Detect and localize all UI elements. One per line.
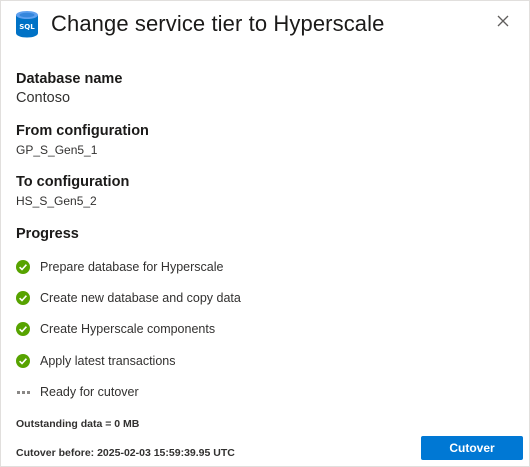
database-name-value: Contoso [16, 90, 71, 106]
sql-icon-text: SQL [19, 23, 35, 31]
progress-step: Ready for cutover [16, 382, 139, 402]
to-configuration-value: HS_S_Gen5_2 [16, 194, 97, 208]
progress-dots-icon [16, 385, 30, 399]
check-circle-icon [16, 354, 30, 368]
progress-step: Prepare database for Hyperscale [16, 257, 223, 277]
progress-step-label: Create new database and copy data [40, 291, 241, 305]
from-configuration-value: GP_S_Gen5_1 [16, 143, 98, 157]
progress-step-label: Prepare database for Hyperscale [40, 260, 224, 274]
progress-step-label: Create Hyperscale components [40, 322, 216, 336]
check-circle-icon [16, 322, 30, 336]
check-circle-icon [16, 260, 30, 274]
sql-database-icon: SQL [15, 10, 39, 38]
to-configuration-label: To configuration [16, 174, 130, 190]
progress-step-label: Ready for cutover [40, 385, 139, 399]
cutover-before-text: Cutover before: 2025-02-03 15:59:39.95 U… [16, 447, 235, 459]
page-title: Change service tier to Hyperscale [51, 11, 385, 36]
progress-step: Create new database and copy data [16, 288, 241, 308]
from-configuration-label: From configuration [16, 123, 149, 139]
progress-step: Apply latest transactions [16, 351, 176, 371]
check-circle-icon [16, 291, 30, 305]
progress-label: Progress [16, 226, 79, 242]
cutover-button[interactable]: Cutover [421, 436, 523, 460]
progress-step-label: Apply latest transactions [40, 354, 176, 368]
database-name-label: Database name [16, 71, 123, 87]
close-icon[interactable] [495, 13, 511, 29]
panel-header: SQL Change service tier to Hyperscale [15, 9, 384, 39]
progress-step: Create Hyperscale components [16, 319, 215, 339]
change-service-tier-panel: SQL Change service tier to Hyperscale Da… [0, 0, 530, 467]
outstanding-data-text: Outstanding data = 0 MB [16, 418, 140, 430]
